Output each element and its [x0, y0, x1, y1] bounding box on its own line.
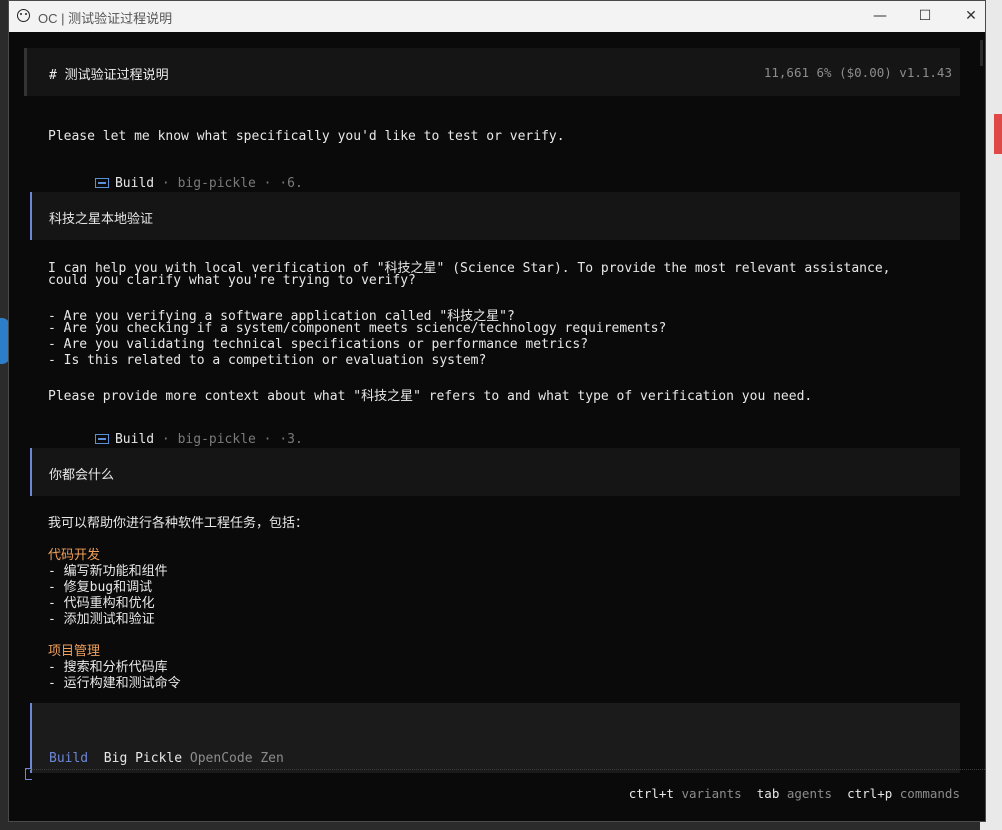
assistant-message-line: - Are you checking if a system/component… [48, 321, 667, 336]
shortcut-key: tab [756, 786, 780, 801]
prompt-input[interactable]: Build Big Pickle OpenCode Zen [30, 703, 960, 773]
prompt-divider [26, 769, 985, 771]
user-message: 你都会什么 [30, 448, 960, 496]
shortcut-desc: agents [786, 786, 833, 801]
meta-mode: Build [114, 432, 155, 447]
desktop-background-fragment [994, 114, 1002, 154]
build-icon [94, 178, 109, 188]
assistant-message-line: - Is this related to a competition or ev… [48, 353, 487, 368]
scrollbar[interactable] [980, 40, 983, 66]
shortcut-bar: ctrl+t variants tab agents ctrl+p comman… [629, 786, 960, 801]
terminal-content: # 测试验证过程说明 11,661 6% ($0.00) v1.1.43 Ple… [9, 32, 985, 821]
prompt-status: Build Big Pickle OpenCode Zen [49, 751, 284, 766]
session-header: # 测试验证过程说明 11,661 6% ($0.00) v1.1.43 [24, 48, 960, 96]
list-item: - 添加测试和验证 [48, 612, 155, 627]
shortcut-key: ctrl+t [628, 786, 674, 801]
session-title: # 测试验证过程说明 [49, 68, 169, 83]
meta-model: · big-pickle · ·3. [154, 432, 303, 447]
user-message: 科技之星本地验证 [30, 192, 960, 240]
user-message-text: 科技之星本地验证 [49, 212, 154, 227]
assistant-message-line: could you clarify what you're trying to … [48, 273, 416, 288]
shortcut-desc: commands [899, 786, 960, 801]
build-icon [94, 434, 109, 444]
shortcut-desc: variants [681, 786, 742, 801]
minimize-button[interactable]: — [857, 1, 903, 32]
user-message-text: 你都会什么 [49, 468, 115, 483]
session-stats: 11,661 6% ($0.00) v1.1.43 [763, 65, 952, 80]
window-title: OC | 测试验证过程说明 [38, 11, 173, 26]
shortcut-key: ctrl+p [847, 786, 893, 801]
terminal-window: OC | 测试验证过程说明 — ☐ ✕ # 测试验证过程说明 11,661 6%… [8, 0, 986, 822]
close-button[interactable]: ✕ [948, 1, 985, 32]
app-icon [17, 9, 30, 22]
meta-model: · big-pickle · ·6. [154, 176, 303, 191]
agent-mode[interactable]: Build [49, 751, 88, 766]
maximize-button[interactable]: ☐ [902, 1, 948, 32]
assistant-message-intro: 我可以帮助你进行各种软件工程任务，包括： [48, 516, 309, 531]
title-bar[interactable]: OC | 测试验证过程说明 — ☐ ✕ [9, 1, 985, 33]
assistant-message-line: Please provide more context about what "… [48, 389, 813, 404]
assistant-message-line: - Are you validating technical specifica… [48, 337, 589, 352]
meta-mode: Build [114, 176, 155, 191]
assistant-message-line: Please let me know what specifically you… [48, 129, 565, 144]
list-item: - 运行构建和测试命令 [48, 676, 181, 691]
prompt-corner-mark [25, 768, 32, 780]
model-provider: OpenCode Zen [189, 751, 284, 766]
model-name[interactable]: Big Pickle [104, 751, 182, 766]
